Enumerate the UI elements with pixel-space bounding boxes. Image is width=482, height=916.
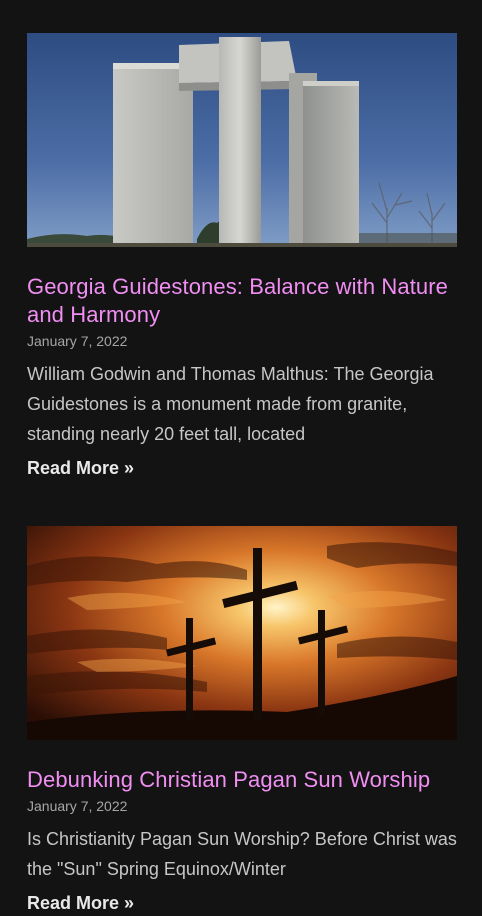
post-title[interactable]: Georgia Guidestones: Balance with Nature… xyxy=(27,273,457,329)
crosses-sunset-image xyxy=(27,526,457,740)
blog-post-card: Georgia Guidestones: Balance with Nature… xyxy=(27,33,457,481)
post-excerpt: William Godwin and Thomas Malthus: The G… xyxy=(27,364,434,444)
blog-post-card: Debunking Christian Pagan Sun Worship Ja… xyxy=(27,526,457,916)
post-excerpt: Is Christianity Pagan Sun Worship? Befor… xyxy=(27,829,457,879)
post-date: January 7, 2022 xyxy=(27,333,128,349)
post-date: January 7, 2022 xyxy=(27,798,128,814)
post-thumbnail-guidestones[interactable] xyxy=(27,33,457,247)
read-more-link[interactable]: Read More » xyxy=(27,890,134,916)
read-more-link[interactable]: Read More » xyxy=(27,455,134,481)
post-thumbnail-crosses[interactable] xyxy=(27,526,457,740)
guidestones-image xyxy=(27,33,457,247)
post-title[interactable]: Debunking Christian Pagan Sun Worship xyxy=(27,766,457,794)
